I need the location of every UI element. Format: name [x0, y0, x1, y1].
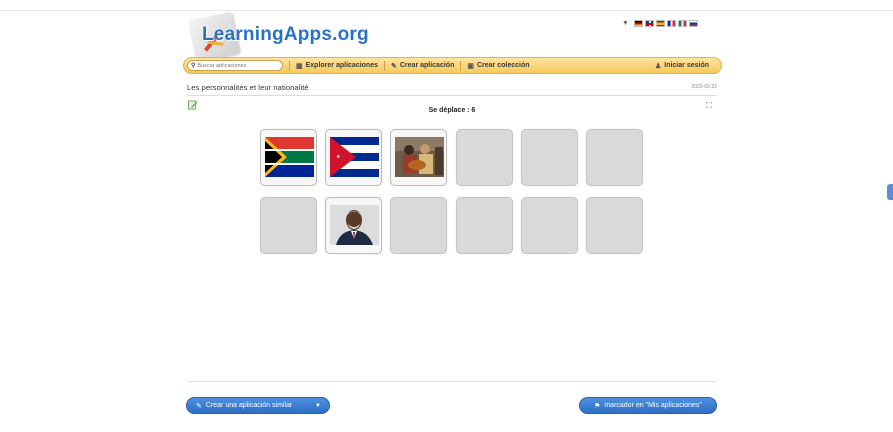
flag-de-icon[interactable]: [633, 19, 643, 27]
fullscreen-icon[interactable]: ⛶: [706, 101, 712, 111]
bookmark-icon: ⚑: [594, 402, 601, 410]
flag-it-icon[interactable]: [677, 19, 687, 27]
collection-icon: ▣: [467, 62, 474, 70]
memory-card-10[interactable]: [456, 197, 513, 254]
edit-app-icon[interactable]: [188, 100, 198, 110]
photo-portrait-image: [330, 205, 379, 245]
memory-card-7[interactable]: [260, 197, 317, 254]
nav-login[interactable]: ♟ Iniciar sesión: [655, 62, 709, 70]
language-selector[interactable]: ▼: [622, 18, 698, 28]
title-divider: [187, 95, 717, 96]
photo-musicians-image: [395, 137, 444, 177]
edit-square-icon: ✎: [196, 402, 202, 410]
memory-card-11[interactable]: [521, 197, 578, 254]
grid-icon: ▦: [296, 62, 303, 70]
side-panel-tab[interactable]: [887, 184, 893, 200]
app-date: 2022-03-22: [691, 84, 717, 90]
flag-ru-icon[interactable]: [688, 19, 698, 27]
memory-card-2[interactable]: [325, 129, 382, 186]
nav-divider: [460, 60, 462, 71]
nav-explore[interactable]: ▦ Explorer aplicaciones: [296, 62, 378, 70]
pencil-icon: ✎: [391, 62, 397, 70]
create-similar-button[interactable]: ✎ Crear una aplicación similar ▼: [186, 397, 330, 414]
app-header: Les personnalités et leur nationalité 20…: [187, 83, 717, 95]
nav-create-app[interactable]: ✎ Crear aplicación: [391, 62, 454, 70]
search-input[interactable]: [197, 62, 278, 69]
moves-counter: Se déplace : 6: [428, 107, 476, 114]
flag-cuba-image: [330, 137, 379, 177]
memory-card-3[interactable]: [390, 129, 447, 186]
nav-create-collection[interactable]: ▣ Crear colección: [467, 62, 529, 70]
app-title: Les personnalités et leur nationalité: [187, 83, 309, 92]
nav-divider: [384, 60, 385, 71]
main-navbar: ⚲ ▦ Explorer aplicaciones ✎ Crear aplica…: [183, 57, 722, 74]
footer-divider: [187, 381, 717, 382]
flag-en-icon[interactable]: [644, 19, 654, 27]
flag-south-africa-image: [265, 137, 314, 177]
user-icon: ♟: [654, 62, 662, 70]
create-similar-label: Crear una aplicación similar: [205, 402, 293, 409]
search-box[interactable]: ⚲: [187, 60, 283, 71]
memory-card-5[interactable]: [521, 129, 578, 186]
memory-card-6[interactable]: [586, 129, 643, 186]
search-icon: ⚲: [191, 63, 196, 69]
memory-card-8[interactable]: [325, 197, 382, 254]
nav-explore-label: Explorer aplicaciones: [305, 62, 378, 69]
memory-card-12[interactable]: [586, 197, 643, 254]
memory-card-4[interactable]: [456, 129, 513, 186]
logo[interactable]: LearningApps.org: [188, 11, 370, 63]
logo-text: LearningApps.org: [202, 24, 369, 45]
memory-card-9[interactable]: [390, 197, 447, 254]
flag-fr-icon[interactable]: [666, 19, 676, 27]
top-divider: [0, 10, 893, 11]
nav-create-app-label: Crear aplicación: [399, 62, 455, 69]
caret-down-icon[interactable]: ▼: [622, 20, 629, 27]
nav-login-label: Iniciar sesión: [664, 62, 709, 69]
bookmark-button[interactable]: ⚑ marcador en "Mis aplicaciones": [579, 397, 717, 414]
memory-card-1[interactable]: [260, 129, 317, 186]
nav-divider: [289, 60, 290, 71]
flag-es-icon[interactable]: [655, 19, 665, 27]
nav-create-collection-label: Crear colección: [476, 62, 530, 69]
bookmark-label: marcador en "Mis aplicaciones": [604, 402, 702, 409]
caret-down-icon[interactable]: ▼: [315, 403, 321, 409]
